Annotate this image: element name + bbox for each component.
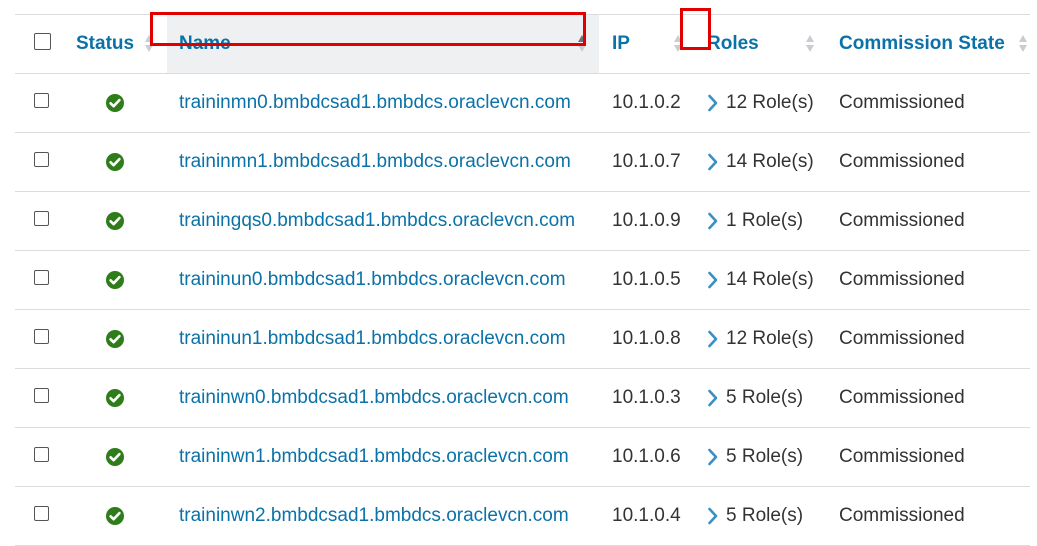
table-row: traininwn0.bmbdcsad1.bmbdcs.oraclevcn.co… [15, 369, 1030, 428]
host-ip: 10.1.0.2 [612, 92, 681, 113]
row-checkbox[interactable] [34, 388, 49, 403]
host-name-link[interactable]: traininun0.bmbdcsad1.bmbdcs.oraclevcn.co… [179, 269, 566, 291]
roles-count[interactable]: 12 Role(s) [726, 310, 814, 368]
chevron-right-icon[interactable] [707, 329, 719, 349]
name-header-label: Name [179, 33, 231, 54]
sort-name-icon[interactable] [578, 35, 587, 53]
host-name-cell: trainingqs0.bmbdcsad1.bmbdcs.oraclevcn.c… [179, 192, 575, 250]
host-name-cell: traininmn0.bmbdcsad1.bmbdcs.oraclevcn.co… [179, 74, 571, 132]
host-name-cell: traininun0.bmbdcsad1.bmbdcs.oraclevcn.co… [179, 251, 566, 309]
host-ip: 10.1.0.6 [612, 446, 681, 467]
host-name-link[interactable]: traininwn1.bmbdcsad1.bmbdcs.oraclevcn.co… [179, 446, 569, 468]
table-row: traininun0.bmbdcsad1.bmbdcs.oraclevcn.co… [15, 251, 1030, 310]
commission-state: Commissioned [839, 505, 965, 526]
host-ip: 10.1.0.7 [612, 151, 681, 172]
commission-state: Commissioned [839, 269, 965, 290]
table-row: traininwn2.bmbdcsad1.bmbdcs.oraclevcn.co… [15, 487, 1030, 546]
check-circle-icon [106, 330, 124, 348]
host-name-cell: traininwn1.bmbdcsad1.bmbdcs.oraclevcn.co… [179, 428, 569, 486]
roles-count[interactable]: 14 Role(s) [726, 251, 814, 309]
check-circle-icon [106, 212, 124, 230]
chevron-right-icon[interactable] [707, 152, 719, 172]
chevron-right-icon[interactable] [707, 388, 719, 408]
roles-count[interactable]: 5 Role(s) [726, 487, 803, 545]
host-name-cell: traininun1.bmbdcsad1.bmbdcs.oraclevcn.co… [179, 310, 566, 368]
sort-commission-state-icon[interactable] [1019, 35, 1028, 53]
column-header-commission-state[interactable]: Commission State [827, 15, 1030, 73]
check-circle-icon [106, 94, 124, 112]
commission-state: Commissioned [839, 92, 965, 113]
commission-state-header-label: Commission State [839, 33, 1005, 54]
sort-status-icon[interactable] [145, 35, 154, 53]
chevron-right-icon[interactable] [707, 506, 719, 526]
commission-state: Commissioned [839, 446, 965, 467]
chevron-right-icon[interactable] [707, 270, 719, 290]
check-circle-icon [106, 448, 124, 466]
commission-state: Commissioned [839, 210, 965, 231]
column-header-status[interactable]: Status [71, 15, 166, 73]
table-row: traininmn1.bmbdcsad1.bmbdcs.oraclevcn.co… [15, 133, 1030, 192]
table-body: traininmn0.bmbdcsad1.bmbdcs.oraclevcn.co… [15, 74, 1030, 546]
roles-count[interactable]: 5 Role(s) [726, 428, 803, 486]
row-checkbox[interactable] [34, 447, 49, 462]
commission-state: Commissioned [839, 387, 965, 408]
commission-state: Commissioned [839, 151, 965, 172]
host-name-cell: traininwn0.bmbdcsad1.bmbdcs.oraclevcn.co… [179, 369, 569, 427]
commission-state: Commissioned [839, 328, 965, 349]
roles-count[interactable]: 12 Role(s) [726, 74, 814, 132]
table-row: traininun1.bmbdcsad1.bmbdcs.oraclevcn.co… [15, 310, 1030, 369]
column-header-ip[interactable]: IP [600, 15, 688, 73]
row-checkbox[interactable] [34, 211, 49, 226]
check-circle-icon [106, 153, 124, 171]
host-ip: 10.1.0.4 [612, 505, 681, 526]
select-all-checkbox[interactable] [34, 33, 51, 50]
sort-ip-icon[interactable] [674, 35, 683, 53]
table-row: traininmn0.bmbdcsad1.bmbdcs.oraclevcn.co… [15, 74, 1030, 133]
chevron-right-icon[interactable] [707, 211, 719, 231]
roles-count[interactable]: 5 Role(s) [726, 369, 803, 427]
row-checkbox[interactable] [34, 270, 49, 285]
roles-count[interactable]: 14 Role(s) [726, 133, 814, 191]
hosts-table: Status Name IP Roles Commission State tr… [15, 14, 1030, 546]
chevron-right-icon[interactable] [707, 93, 719, 113]
column-header-name[interactable]: Name [167, 15, 599, 73]
status-header-label: Status [76, 33, 135, 54]
roles-header-label: Roles [707, 33, 759, 54]
host-name-link[interactable]: traininun1.bmbdcsad1.bmbdcs.oraclevcn.co… [179, 328, 566, 350]
host-ip: 10.1.0.3 [612, 387, 681, 408]
host-name-link[interactable]: traininmn1.bmbdcsad1.bmbdcs.oraclevcn.co… [179, 151, 571, 173]
host-name-link[interactable]: traininmn0.bmbdcsad1.bmbdcs.oraclevcn.co… [179, 92, 571, 114]
host-name-cell: traininmn1.bmbdcsad1.bmbdcs.oraclevcn.co… [179, 133, 571, 191]
chevron-right-icon[interactable] [707, 447, 719, 467]
host-ip: 10.1.0.5 [612, 269, 681, 290]
column-header-roles[interactable]: Roles [695, 15, 825, 73]
row-checkbox[interactable] [34, 329, 49, 344]
host-name-link[interactable]: trainingqs0.bmbdcsad1.bmbdcs.oraclevcn.c… [179, 210, 575, 232]
row-checkbox[interactable] [34, 506, 49, 521]
roles-count[interactable]: 1 Role(s) [726, 192, 803, 250]
check-circle-icon [106, 507, 124, 525]
sort-roles-icon[interactable] [806, 35, 815, 53]
check-circle-icon [106, 389, 124, 407]
table-header: Status Name IP Roles Commission State [15, 14, 1030, 74]
row-checkbox[interactable] [34, 152, 49, 167]
table-row: traininwn1.bmbdcsad1.bmbdcs.oraclevcn.co… [15, 428, 1030, 487]
host-name-cell: traininwn2.bmbdcsad1.bmbdcs.oraclevcn.co… [179, 487, 569, 545]
host-ip: 10.1.0.9 [612, 210, 681, 231]
row-checkbox[interactable] [34, 93, 49, 108]
check-circle-icon [106, 271, 124, 289]
host-name-link[interactable]: traininwn2.bmbdcsad1.bmbdcs.oraclevcn.co… [179, 505, 569, 527]
host-name-link[interactable]: traininwn0.bmbdcsad1.bmbdcs.oraclevcn.co… [179, 387, 569, 409]
host-ip: 10.1.0.8 [612, 328, 681, 349]
ip-header-label: IP [612, 33, 630, 54]
table-row: trainingqs0.bmbdcsad1.bmbdcs.oraclevcn.c… [15, 192, 1030, 251]
